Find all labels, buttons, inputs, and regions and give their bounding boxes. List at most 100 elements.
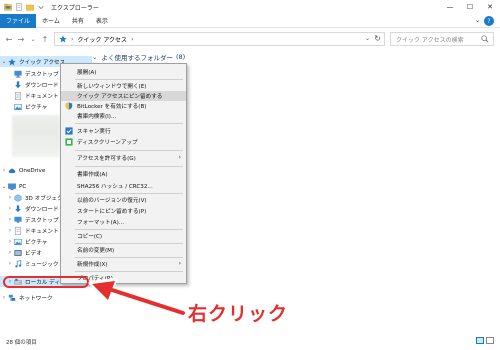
sidebar-item-label: ドキュメント xyxy=(25,93,59,100)
menu-item-give-access[interactable]: アクセスを許可する(G) › xyxy=(61,153,186,163)
sidebar-item-label: PC xyxy=(19,183,27,190)
menu-separator xyxy=(75,271,183,272)
submenu-arrow-icon: › xyxy=(178,260,181,267)
sidebar-item-label: ドキュメント xyxy=(25,228,59,235)
tab-share[interactable]: 共有 xyxy=(66,14,90,28)
recent-locations-button[interactable]: ⌄ xyxy=(27,36,39,43)
help-icon[interactable]: ? xyxy=(484,16,494,26)
menu-separator xyxy=(75,79,183,80)
group-title: よく使用するフォルダー xyxy=(101,54,173,62)
menu-item-copy[interactable]: コピー(C) xyxy=(61,231,186,241)
maximize-button[interactable]: ☐ xyxy=(460,0,480,14)
chevron-right-icon[interactable]: › xyxy=(0,167,8,174)
menu-item-restore-previous[interactable]: 以前のバージョンの復元(V) xyxy=(61,195,186,205)
bitlocker-shield-icon xyxy=(65,102,73,110)
chevron-right-icon[interactable]: › xyxy=(6,205,14,212)
sidebar-item-network[interactable]: › ネットワーク xyxy=(0,292,92,303)
forward-button[interactable]: → xyxy=(15,35,27,44)
ribbon-expand-icon[interactable]: ⌄ xyxy=(475,17,480,24)
video-icon xyxy=(14,249,22,256)
chevron-right-icon[interactable]: › xyxy=(6,260,14,267)
customize-toolbar-icon[interactable] xyxy=(37,3,45,11)
menu-item-label: アクセスを許可する(G) xyxy=(77,156,136,162)
desktop-icon xyxy=(14,216,22,223)
menu-separator xyxy=(75,243,183,244)
menu-separator xyxy=(75,166,183,167)
music-note-icon xyxy=(15,259,22,268)
menu-item-expand[interactable]: 展開(A) xyxy=(61,67,186,77)
sidebar-item-label: ピクチャ xyxy=(25,104,48,111)
menu-item-rename[interactable]: 名前の変更(M) xyxy=(61,245,186,255)
menu-item-create-archive[interactable]: 書庫作成(A) xyxy=(61,169,186,179)
menu-item-pin-quick-access[interactable]: クイック アクセスにピン留めする xyxy=(61,91,186,101)
menu-item-new[interactable]: 新規作成(X) › xyxy=(61,259,186,269)
status-item-count: 28 個の項目 xyxy=(6,340,37,346)
chevron-right-icon[interactable]: › xyxy=(6,249,14,256)
group-count: (8) xyxy=(175,53,186,61)
network-icon xyxy=(8,294,16,301)
blurred-pinned-folders xyxy=(12,115,60,157)
chevron-right-icon[interactable]: › xyxy=(6,194,14,201)
menu-item-label: 新規作成(X) xyxy=(77,262,108,268)
download-arrow-icon xyxy=(15,204,21,212)
context-menu: 展開(A) 新しいウィンドウで開く(E) クイック アクセスにピン留めする Bi… xyxy=(60,63,187,284)
menu-item-format[interactable]: フォーマット(A)... xyxy=(61,217,186,227)
star-icon xyxy=(59,35,67,43)
folder-icon[interactable] xyxy=(4,3,12,11)
picture-icon xyxy=(14,238,22,245)
new-folder-icon[interactable] xyxy=(26,3,34,11)
explorer-window: エクスプローラー — ☐ ✕ ファイル ホーム 共有 表示 ⌄ ? ← → ⌄ … xyxy=(0,0,500,350)
menu-item-bitlocker[interactable]: BitLocker を有効にする(B) xyxy=(61,101,186,111)
address-row: ← → ⌄ ↑ › クイック アクセス › ⌄ ↻ クイック アクセスの検索 xyxy=(0,29,500,49)
chevron-down-icon[interactable]: ⌄ xyxy=(0,183,8,190)
ribbon-tabs: ファイル ホーム 共有 表示 ⌄ ? xyxy=(0,13,500,28)
minimize-button[interactable]: — xyxy=(440,0,460,14)
desktop-icon xyxy=(14,70,22,78)
back-button[interactable]: ← xyxy=(3,35,15,44)
breadcrumb-separator: › xyxy=(131,35,134,43)
tab-home[interactable]: ホーム xyxy=(36,14,66,28)
menu-item-scan[interactable]: スキャン実行 xyxy=(61,126,186,136)
tab-view[interactable]: 表示 xyxy=(90,14,114,28)
menu-item-hash[interactable]: SHA256 ハッシュ / CRC32... xyxy=(61,181,186,191)
details-view-icon[interactable] xyxy=(476,337,484,344)
properties-icon[interactable] xyxy=(15,3,23,11)
tab-file[interactable]: ファイル xyxy=(0,13,37,28)
antivirus-check-icon xyxy=(65,127,73,135)
chevron-right-icon[interactable]: › xyxy=(6,227,14,234)
address-dropdown-icon[interactable]: ⌄ xyxy=(365,35,370,42)
menu-separator xyxy=(75,193,183,194)
frequent-folders-group[interactable]: ⌄ よく使用するフォルダー (8) xyxy=(92,52,185,62)
large-icons-view-icon[interactable] xyxy=(486,337,494,344)
breadcrumb-quick-access[interactable]: クイック アクセス xyxy=(77,35,127,44)
chevron-down-icon: ⌄ xyxy=(92,53,98,61)
menu-item-label: スキャン実行 xyxy=(77,129,111,135)
menu-separator xyxy=(75,123,183,124)
picture-icon xyxy=(14,103,22,110)
menu-item-disk-cleanup[interactable]: ディスククリーンアップ xyxy=(61,137,186,147)
refresh-icon[interactable]: ↻ xyxy=(374,34,381,43)
address-bar[interactable]: › クイック アクセス › ⌄ ↻ xyxy=(54,32,385,46)
sidebar-item-label: ミュージック xyxy=(25,261,59,268)
chevron-right-icon[interactable]: › xyxy=(6,216,14,223)
cloud-icon xyxy=(8,168,16,173)
sidebar-item-label: ダウンロード xyxy=(25,82,59,89)
disk-cleanup-icon xyxy=(65,138,73,146)
menu-item-archive-search[interactable]: 書庫内検索(I)... xyxy=(61,111,186,121)
sidebar-item-label: ピクチャ xyxy=(25,239,48,246)
menu-item-pin-start[interactable]: スタートにピン留めする(P) xyxy=(61,206,186,216)
view-toggle xyxy=(476,337,494,344)
sidebar-item-label: ダウンロード xyxy=(25,206,59,213)
chevron-right-icon[interactable]: › xyxy=(6,238,14,245)
close-button[interactable]: ✕ xyxy=(480,0,500,14)
window-title: エクスプローラー xyxy=(51,4,99,12)
download-arrow-icon xyxy=(15,80,21,88)
highlight-ring xyxy=(3,276,89,288)
menu-item-open-new-window[interactable]: 新しいウィンドウで開く(E) xyxy=(61,81,186,91)
chevron-right-icon[interactable]: › xyxy=(0,294,8,301)
annotation-label: 右クリック xyxy=(188,303,289,325)
search-input[interactable]: クイック アクセスの検索 xyxy=(390,32,494,46)
chevron-down-icon[interactable]: ⌄ xyxy=(0,58,8,65)
submenu-arrow-icon: › xyxy=(178,154,181,161)
up-button[interactable]: ↑ xyxy=(39,35,51,44)
